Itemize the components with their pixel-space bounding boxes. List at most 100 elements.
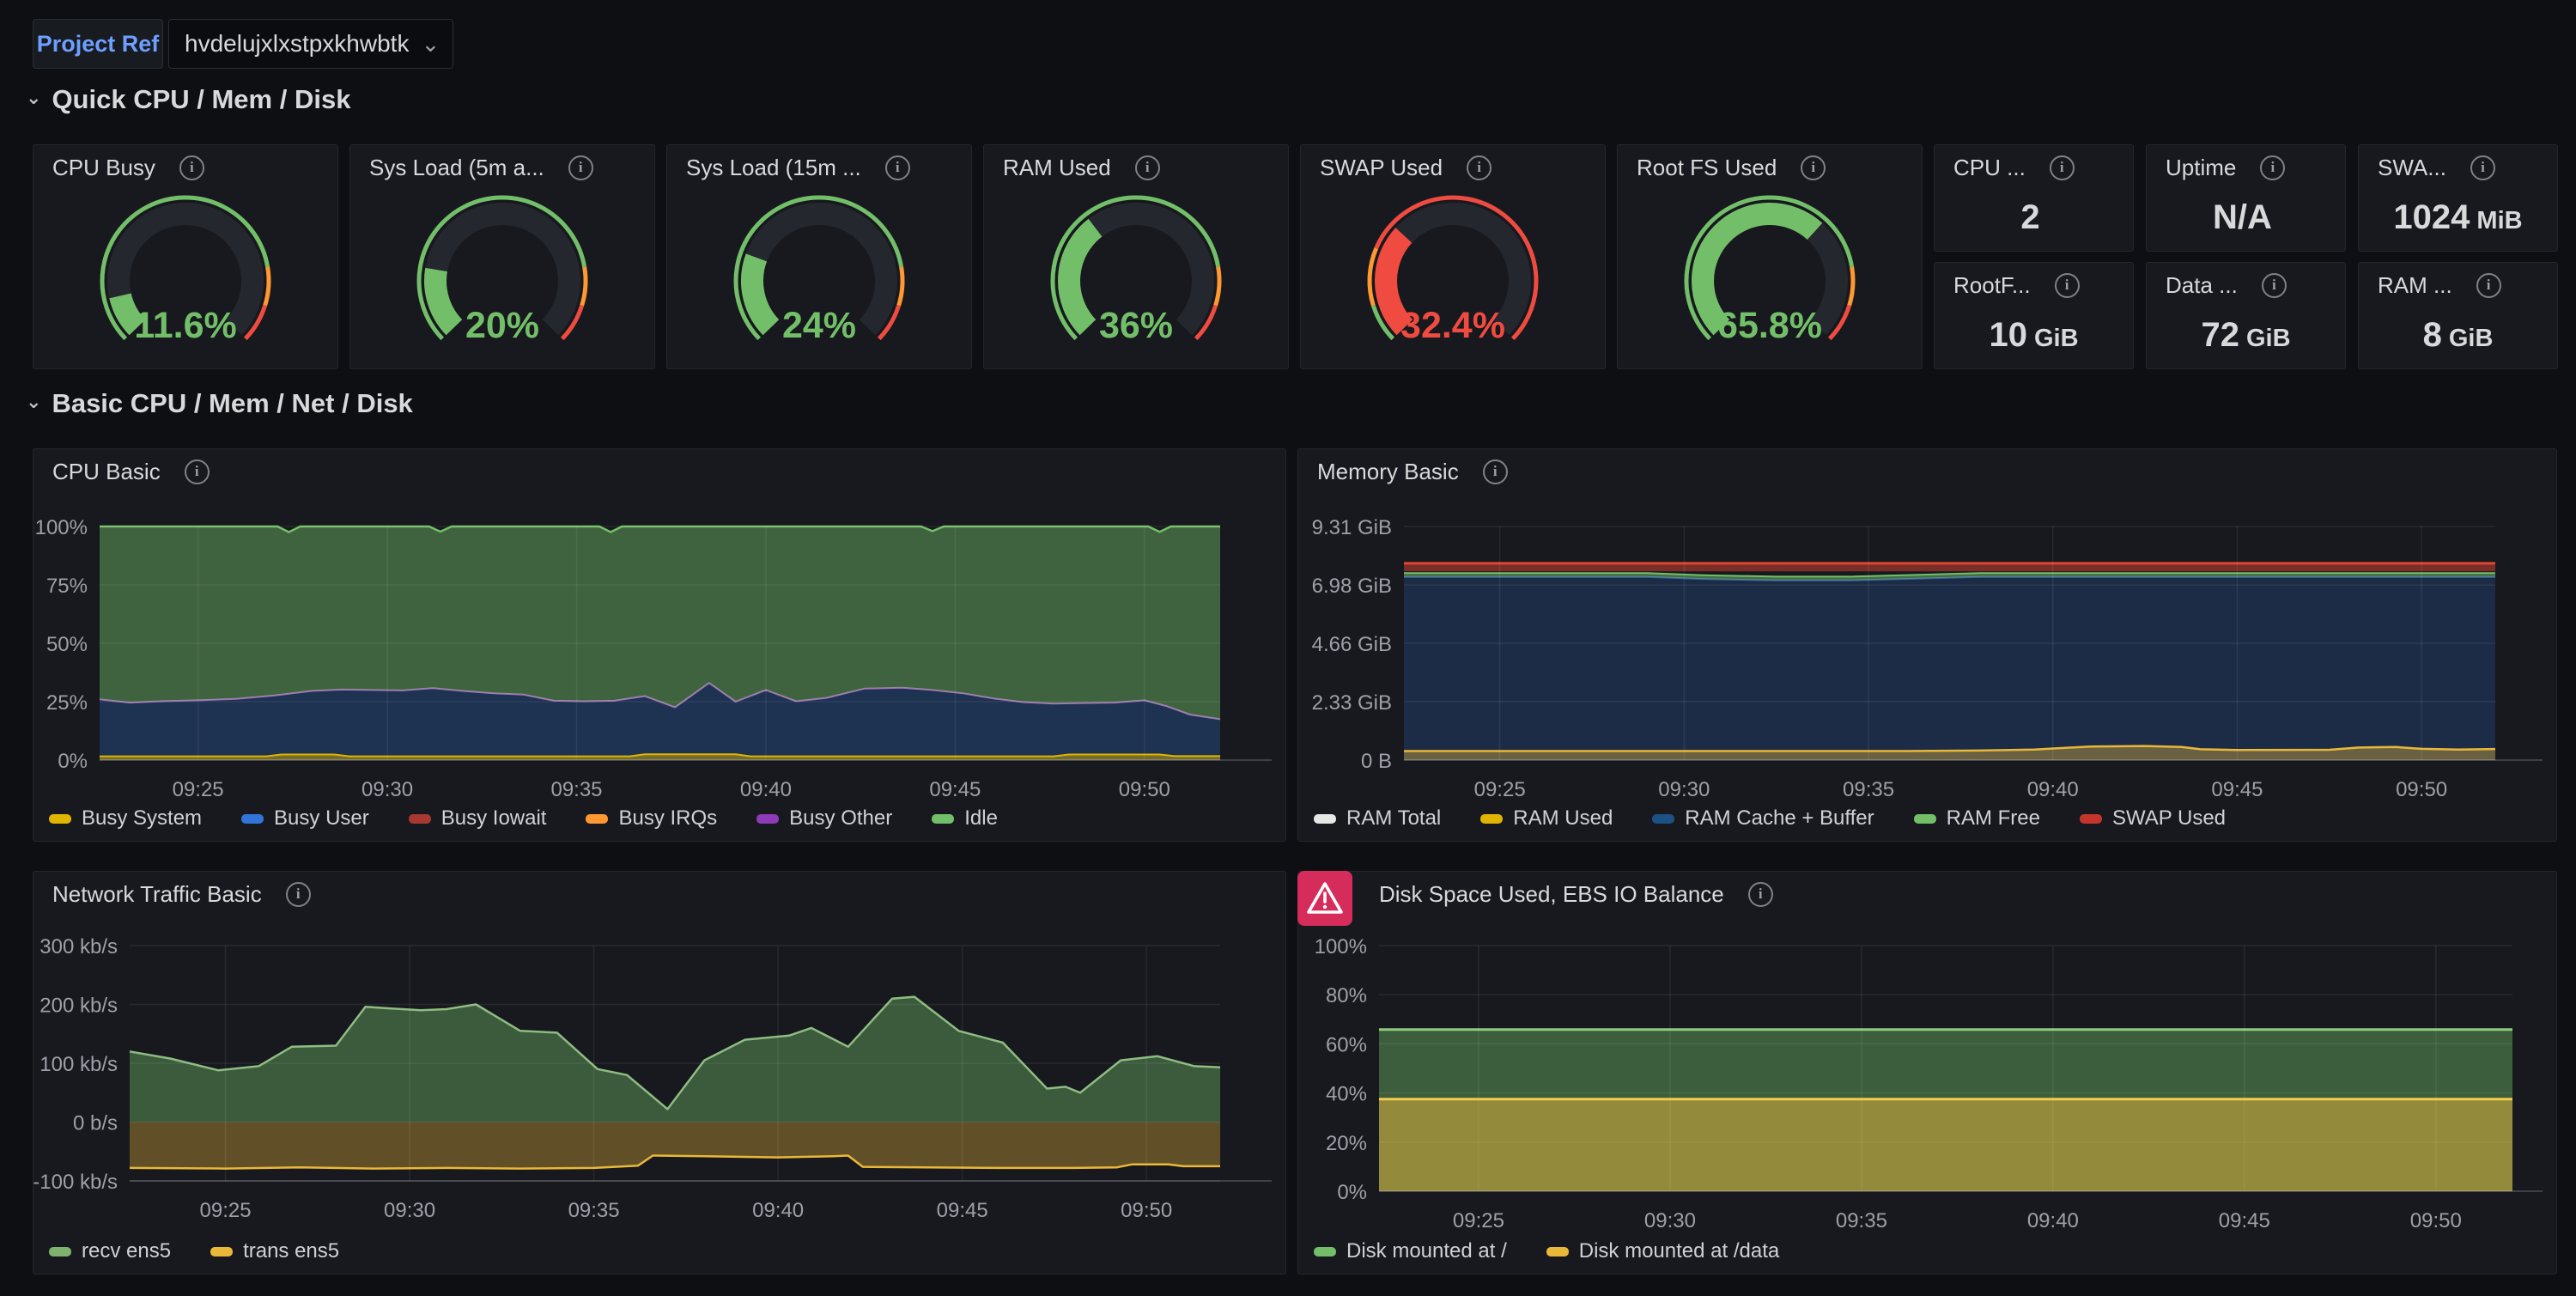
info-icon[interactable]: i [185, 459, 210, 484]
gauge-value: 36% [984, 305, 1288, 347]
legend-item[interactable]: Busy Iowait [409, 806, 547, 831]
panel-title: RAM Used [1003, 155, 1111, 181]
chevron-down-icon: ⌄ [26, 87, 41, 109]
svg-text:-100 kb/s: -100 kb/s [33, 1171, 118, 1194]
section-basic-cpu-mem-net-disk[interactable]: ⌄ Basic CPU / Mem / Net / Disk [26, 388, 413, 419]
legend-label: SWAP Used [2112, 806, 2226, 831]
section-title: Basic CPU / Mem / Net / Disk [52, 388, 412, 419]
legend-item[interactable]: RAM Total [1314, 806, 1441, 831]
section-quick-cpu-mem-disk[interactable]: ⌄ Quick CPU / Mem / Disk [26, 84, 350, 115]
panel-title: RootF... [1953, 272, 2031, 299]
svg-text:09:45: 09:45 [2219, 1209, 2270, 1232]
alert-warning-icon[interactable] [1297, 871, 1352, 926]
legend-label: RAM Total [1346, 806, 1441, 831]
legend-label: Busy User [274, 806, 369, 831]
legend-item[interactable]: trans ens5 [210, 1239, 339, 1263]
info-icon[interactable]: i [2050, 155, 2075, 180]
svg-text:09:40: 09:40 [752, 1199, 804, 1222]
root-fs-used-gauge: 65.8% [1618, 186, 1922, 368]
info-icon[interactable]: i [286, 882, 311, 907]
legend-item[interactable]: Busy IRQs [586, 806, 717, 831]
info-icon[interactable]: i [2476, 273, 2501, 298]
legend-item[interactable]: RAM Cache + Buffer [1652, 806, 1874, 831]
panel-swap-used: SWAP Usedi 32.4% [1300, 144, 1606, 369]
svg-text:0 b/s: 0 b/s [73, 1112, 118, 1135]
panel-swap-total: SWA...i 1024MiB [2358, 144, 2558, 252]
svg-text:9.31 GiB: 9.31 GiB [1312, 516, 1392, 539]
info-icon[interactable]: i [1135, 155, 1160, 180]
svg-text:09:35: 09:35 [1843, 778, 1894, 801]
legend-color-pill [210, 1247, 233, 1256]
legend-item[interactable]: recv ens5 [49, 1239, 171, 1263]
gauge-value: 24% [667, 305, 971, 347]
legend-color-pill [1314, 814, 1336, 824]
legend-item[interactable]: Idle [932, 806, 998, 831]
svg-text:09:25: 09:25 [200, 1199, 252, 1222]
svg-text:09:30: 09:30 [361, 778, 413, 801]
svg-text:0 B: 0 B [1361, 750, 1392, 773]
legend-item[interactable]: RAM Used [1480, 806, 1613, 831]
info-icon[interactable]: i [2260, 155, 2285, 180]
svg-text:09:40: 09:40 [2027, 778, 2079, 801]
info-icon[interactable]: i [2262, 273, 2287, 298]
stat-value: 8GiB [2359, 316, 2557, 355]
gauge-value: 11.6% [33, 305, 337, 347]
project-dropdown[interactable]: hvdelujxlxstpxkhwbtk ⌄ [168, 19, 453, 69]
info-icon[interactable]: i [885, 155, 910, 180]
panel-disk-space-ebs: Disk Space Used, EBS IO Balancei 0%20%40… [1297, 871, 2557, 1275]
panel-sys-load-5m: Sys Load (5m a...i 20% [349, 144, 655, 369]
legend-label: RAM Cache + Buffer [1685, 806, 1874, 831]
project-dropdown-value: hvdelujxlxstpxkhwbtk [185, 30, 409, 58]
legend-item[interactable]: SWAP Used [2080, 806, 2226, 831]
panel-root-fs-used: Root FS Usedi 65.8% [1617, 144, 1923, 369]
svg-text:0%: 0% [58, 750, 88, 773]
panel-title: Memory Basic [1317, 459, 1459, 485]
legend-label: Disk mounted at / [1346, 1239, 1507, 1263]
network-traffic-chart: -100 kb/s0 b/s100 kb/s200 kb/s300 kb/s09… [33, 872, 1285, 1274]
info-icon[interactable]: i [2055, 273, 2080, 298]
info-icon[interactable]: i [179, 155, 204, 180]
panel-title: Sys Load (15m ... [686, 155, 861, 181]
legend-item[interactable]: Disk mounted at /data [1546, 1239, 1779, 1263]
panel-cpu-basic: CPU Basici 0%25%50%75%100%09:2509:3009:3… [33, 448, 1286, 842]
svg-text:09:45: 09:45 [937, 1199, 988, 1222]
info-icon[interactable]: i [1801, 155, 1826, 180]
memory-basic-legend: RAM Total RAM Used RAM Cache + Buffer RAM F… [1314, 806, 2226, 831]
svg-text:4.66 GiB: 4.66 GiB [1312, 633, 1392, 656]
info-icon[interactable]: i [1748, 882, 1773, 907]
svg-text:20%: 20% [1326, 1132, 1367, 1155]
gauge-value: 32.4% [1301, 305, 1605, 347]
legend-color-pill [1652, 814, 1674, 824]
legend-item[interactable]: Disk mounted at / [1314, 1239, 1507, 1263]
legend-label: Idle [964, 806, 998, 831]
svg-text:25%: 25% [46, 691, 88, 715]
panel-network-traffic-basic: Network Traffic Basici -100 kb/s0 b/s100… [33, 871, 1286, 1275]
info-icon[interactable]: i [2470, 155, 2495, 180]
info-icon[interactable]: i [568, 155, 593, 180]
svg-text:09:30: 09:30 [384, 1199, 435, 1222]
gauge-value: 65.8% [1618, 305, 1922, 347]
panel-data-disk-total: Data ...i 72GiB [2146, 262, 2346, 369]
legend-label: trans ens5 [243, 1239, 339, 1263]
ram-used-gauge: 36% [984, 186, 1288, 368]
network-traffic-legend: recv ens5 trans ens5 [49, 1239, 339, 1263]
legend-item[interactable]: Busy System [49, 806, 202, 831]
legend-item[interactable]: Busy Other [756, 806, 892, 831]
cpu-basic-chart: 0%25%50%75%100%09:2509:3009:3509:4009:45… [33, 449, 1285, 841]
svg-text:60%: 60% [1326, 1033, 1367, 1056]
legend-label: RAM Free [1947, 806, 2040, 831]
info-icon[interactable]: i [1483, 459, 1508, 484]
panel-title: Network Traffic Basic [52, 881, 262, 908]
info-icon[interactable]: i [1467, 155, 1492, 180]
svg-text:100%: 100% [35, 516, 88, 539]
legend-label: Busy IRQs [618, 806, 717, 831]
svg-text:0%: 0% [1337, 1181, 1367, 1204]
legend-color-pill [1914, 814, 1936, 824]
legend-label: Busy System [82, 806, 202, 831]
legend-item[interactable]: Busy User [241, 806, 369, 831]
project-ref-button[interactable]: Project Ref [33, 19, 163, 69]
legend-color-pill [409, 814, 431, 824]
gauge-value: 20% [350, 305, 654, 347]
panel-ram-total: RAM ...i 8GiB [2358, 262, 2558, 369]
legend-item[interactable]: RAM Free [1914, 806, 2040, 831]
